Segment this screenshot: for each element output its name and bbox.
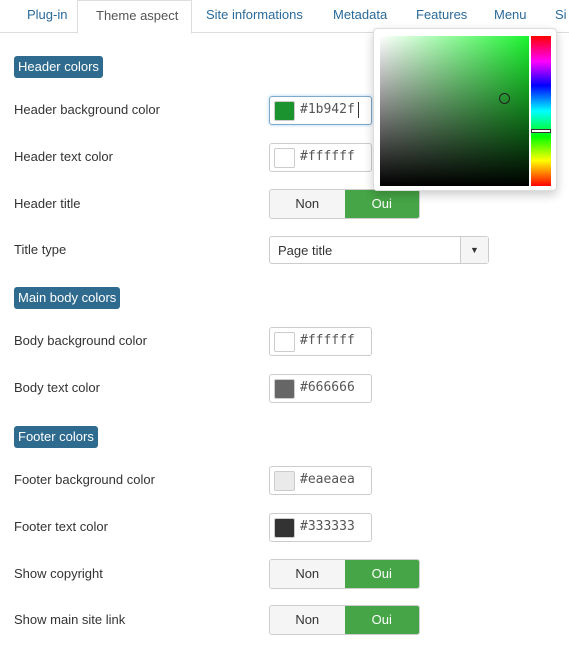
header-title-toggle[interactable]: Non Oui (269, 189, 420, 219)
header-bg-color-input[interactable]: #1b942f (269, 96, 372, 125)
color-swatch (274, 471, 295, 491)
hue-handle[interactable] (531, 129, 551, 133)
color-swatch (274, 148, 295, 168)
select-value: Page title (278, 243, 333, 258)
tab-plug-in[interactable]: Plug-in (27, 0, 67, 33)
section-footer-colors: Footer colors (14, 426, 98, 448)
header-text-label: Header text color (14, 149, 113, 164)
color-swatch (274, 101, 295, 121)
color-picker-popup (373, 28, 557, 191)
show-copyright-label: Show copyright (14, 566, 103, 581)
body-text-label: Body text color (14, 380, 100, 395)
body-text-color-input[interactable]: #666666 (269, 374, 372, 403)
section-main-body-colors: Main body colors (14, 287, 121, 309)
hue-slider[interactable] (531, 36, 551, 186)
tab-site-informations[interactable]: Site informations (206, 0, 303, 33)
color-value: #666666 (300, 380, 355, 395)
saturation-value-area[interactable] (380, 36, 529, 186)
oui-button[interactable]: Oui (344, 190, 419, 218)
title-type-label: Title type (14, 242, 67, 257)
non-button[interactable]: Non (270, 560, 345, 588)
color-value: #ffffff (300, 333, 355, 348)
color-value: #1b942f (300, 102, 355, 117)
header-title-label: Header title (14, 196, 81, 211)
footer-text-label: Footer text color (14, 519, 108, 534)
show-main-site-link-label: Show main site link (14, 612, 126, 627)
non-button[interactable]: Non (270, 190, 345, 218)
section-header-colors: Header colors (14, 56, 103, 78)
color-swatch (274, 518, 295, 538)
tab-site[interactable]: Si (555, 0, 567, 33)
body-bg-color-input[interactable]: #ffffff (269, 327, 372, 356)
footer-bg-color-input[interactable]: #eaeaea (269, 466, 372, 495)
oui-button[interactable]: Oui (344, 606, 419, 634)
header-text-color-input[interactable]: #ffffff (269, 143, 372, 172)
color-value: #ffffff (300, 149, 355, 164)
header-bg-label: Header background color (14, 102, 160, 117)
non-button[interactable]: Non (270, 606, 345, 634)
body-bg-label: Body background color (14, 333, 147, 348)
show-main-site-link-toggle[interactable]: Non Oui (269, 605, 420, 635)
color-swatch (274, 379, 295, 399)
show-copyright-toggle[interactable]: Non Oui (269, 559, 420, 589)
tab-theme-aspect[interactable]: Theme aspect (77, 0, 192, 34)
footer-bg-label: Footer background color (14, 472, 155, 487)
caret-down-icon[interactable]: ▼ (460, 237, 488, 263)
color-marker[interactable] (499, 93, 510, 104)
footer-text-color-input[interactable]: #333333 (269, 513, 372, 542)
color-value: #333333 (300, 519, 355, 534)
title-type-select[interactable]: Page title ▼ (269, 236, 489, 264)
text-cursor (358, 102, 359, 118)
color-value: #eaeaea (300, 472, 355, 487)
color-swatch (274, 332, 295, 352)
oui-button[interactable]: Oui (344, 560, 419, 588)
